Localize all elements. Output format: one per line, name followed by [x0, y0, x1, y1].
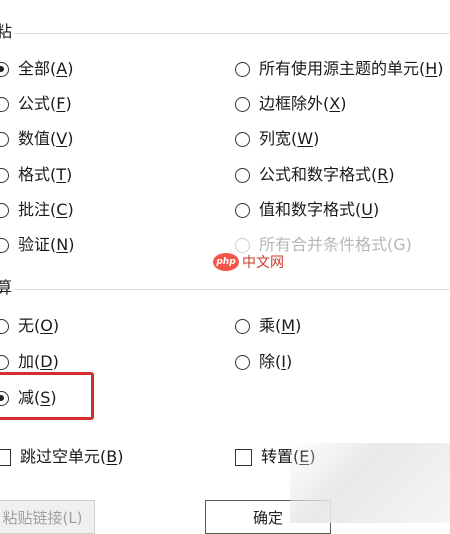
option-text: 验证: [18, 235, 51, 254]
paste-option-all[interactable]: 全部(A): [0, 57, 73, 81]
checkbox-icon[interactable]: [0, 448, 11, 466]
skip-blanks-checkbox[interactable]: 跳过空单元(B): [0, 445, 124, 469]
option-accelerator: E: [299, 447, 310, 466]
option-accelerator: M: [281, 316, 296, 335]
radio-icon[interactable]: [0, 354, 9, 370]
radio-icon[interactable]: [235, 61, 250, 77]
option-text: 格式: [18, 165, 51, 184]
radio-icon[interactable]: [235, 318, 250, 334]
paste-option-column-widths[interactable]: 列宽(W): [235, 127, 319, 151]
paste-option-values-number-formats[interactable]: 值和数字格式(U): [235, 198, 379, 222]
radio-icon[interactable]: [0, 318, 9, 334]
option-text: 乘: [259, 316, 276, 335]
paste-option-source-theme[interactable]: 所有使用源主题的单元(H): [235, 57, 444, 81]
operation-option-none[interactable]: 无(O): [0, 314, 59, 338]
option-accelerator: D: [40, 352, 53, 371]
operation-group-label: 算: [0, 278, 13, 297]
option-text: 所有合并条件格式(G): [259, 235, 412, 254]
option-text: 无: [18, 316, 35, 335]
paste-group-label: 粘: [0, 22, 13, 41]
radio-icon[interactable]: [235, 131, 250, 147]
subtract-highlight-box: [0, 372, 94, 420]
option-text: 全部: [18, 59, 51, 78]
paste-group-divider: [14, 33, 450, 34]
option-accelerator: O: [40, 316, 53, 335]
option-accelerator: T: [56, 165, 67, 184]
option-text: 批注: [18, 200, 51, 219]
radio-icon[interactable]: [0, 61, 9, 77]
paste-option-merge-conditional-formats: 所有合并条件格式(G): [235, 233, 412, 257]
option-text: 转置: [261, 447, 294, 466]
paste-option-comments[interactable]: 批注(C): [0, 198, 74, 222]
paste-option-formulas-number-formats[interactable]: 公式和数字格式(R): [235, 163, 395, 187]
option-accelerator: U: [361, 200, 373, 219]
paste-option-no-borders[interactable]: 边框除外(X): [235, 92, 346, 116]
paste-option-formulas[interactable]: 公式(F): [0, 92, 72, 116]
paste-special-dialog: 粘 全部(A) 公式(F) 数值(V) 格式(T) 批注(C) 验证(N) 所有…: [0, 0, 450, 534]
radio-icon: [235, 237, 250, 253]
option-text: 值和数字格式: [259, 200, 356, 219]
option-accelerator: I: [281, 352, 286, 371]
option-text: 公式: [18, 94, 51, 113]
option-text: 跳过空单元: [20, 447, 101, 466]
option-accelerator: X: [329, 94, 341, 113]
checkbox-icon[interactable]: [235, 448, 252, 466]
radio-icon[interactable]: [0, 237, 9, 253]
radio-icon[interactable]: [235, 167, 250, 183]
ok-button[interactable]: 确定: [205, 500, 331, 534]
option-accelerator: A: [56, 59, 68, 78]
option-text: 所有使用源主题的单元: [259, 59, 420, 78]
option-text: 边框除外: [259, 94, 324, 113]
operation-option-divide[interactable]: 除(I): [235, 350, 292, 374]
option-accelerator: W: [297, 129, 314, 148]
option-accelerator: C: [56, 200, 68, 219]
option-accelerator: F: [56, 94, 66, 113]
radio-icon[interactable]: [0, 202, 9, 218]
option-accelerator: B: [106, 447, 118, 466]
paste-option-formats[interactable]: 格式(T): [0, 163, 72, 187]
option-accelerator: R: [377, 165, 389, 184]
operation-group-divider: [14, 289, 450, 290]
option-accelerator: N: [56, 235, 69, 254]
operation-option-multiply[interactable]: 乘(M): [235, 314, 301, 338]
paste-link-button[interactable]: 粘贴链接(L): [0, 500, 95, 534]
radio-icon[interactable]: [235, 354, 250, 370]
radio-icon[interactable]: [0, 131, 9, 147]
option-accelerator: V: [56, 129, 68, 148]
radio-icon[interactable]: [235, 96, 250, 112]
option-text: 公式和数字格式: [259, 165, 372, 184]
option-accelerator: H: [425, 59, 438, 78]
paste-option-values[interactable]: 数值(V): [0, 127, 73, 151]
option-text: 数值: [18, 129, 51, 148]
transpose-checkbox[interactable]: 转置(E): [235, 445, 316, 469]
radio-icon[interactable]: [0, 96, 9, 112]
operation-option-add[interactable]: 加(D): [0, 350, 59, 374]
paste-option-validation[interactable]: 验证(N): [0, 233, 74, 257]
option-text: 除: [259, 352, 276, 371]
option-text: 加: [18, 352, 35, 371]
option-text: 列宽: [259, 129, 292, 148]
radio-icon[interactable]: [0, 167, 9, 183]
radio-icon[interactable]: [235, 202, 250, 218]
